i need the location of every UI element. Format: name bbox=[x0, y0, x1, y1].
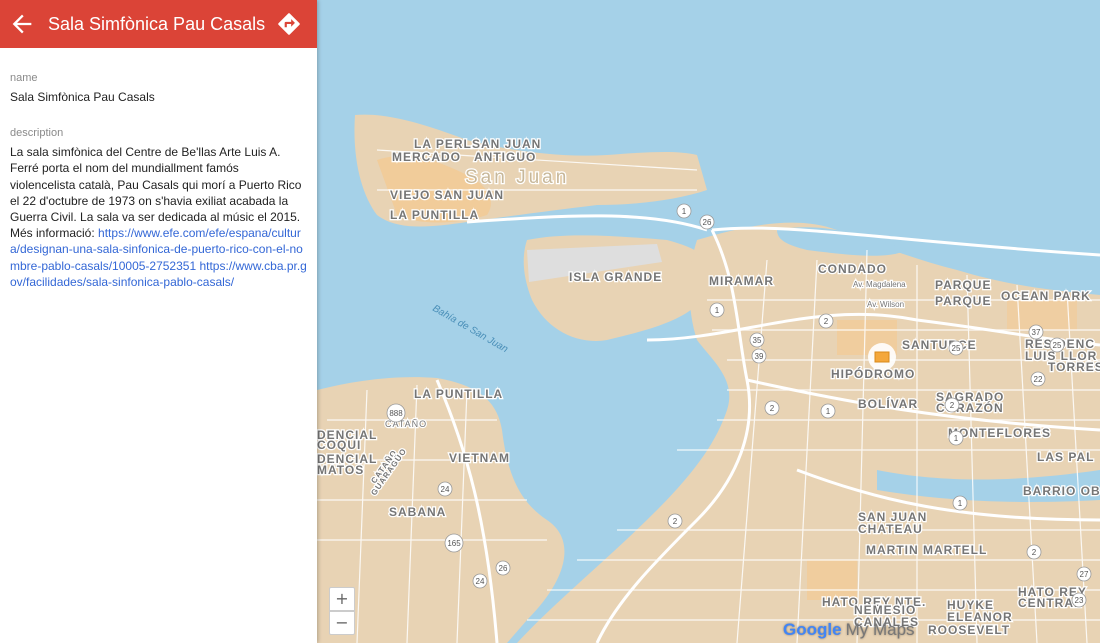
route-shield: 1 bbox=[676, 203, 692, 219]
description-text: La sala simfònica del Centre de Be'llas … bbox=[10, 145, 302, 225]
directions-icon[interactable] bbox=[276, 11, 302, 37]
route-shield: 2 bbox=[944, 397, 960, 413]
place-label: CONDADO bbox=[818, 262, 887, 276]
route-shield: 165 bbox=[444, 533, 464, 553]
name-field: name Sala Simfònica Pau Casals bbox=[0, 72, 317, 105]
place-label: PARQUE bbox=[935, 294, 991, 308]
route-shield: 35 bbox=[749, 332, 765, 348]
place-label: MERCADO bbox=[392, 150, 461, 164]
svg-text:24: 24 bbox=[476, 577, 485, 586]
svg-text:22: 22 bbox=[1034, 375, 1043, 384]
place-label: ROOSEVELT bbox=[928, 623, 1010, 637]
place-label: MATOS bbox=[317, 463, 364, 477]
place-label: ISLA GRANDE bbox=[569, 270, 662, 284]
google-my-maps-logo: Google My Maps bbox=[783, 620, 915, 640]
svg-text:1: 1 bbox=[682, 207, 687, 216]
svg-text:27: 27 bbox=[1080, 570, 1089, 579]
svg-text:25: 25 bbox=[1053, 341, 1062, 350]
place-label: SANTURCE bbox=[902, 338, 977, 352]
place-label: BARRIO OB bbox=[1023, 484, 1100, 498]
route-shield: 27 bbox=[1076, 566, 1092, 582]
place-label: LA PUNTILLA bbox=[390, 208, 479, 222]
svg-text:888: 888 bbox=[389, 409, 403, 418]
route-shield: 2 bbox=[667, 513, 683, 529]
place-label: SABANA bbox=[389, 505, 446, 519]
description-field: description La sala simfònica del Centre… bbox=[0, 127, 317, 290]
route-shield: 26 bbox=[699, 214, 715, 230]
place-label: Av. Wilson bbox=[867, 300, 904, 309]
place-label: LA PUNTILLA bbox=[414, 387, 503, 401]
route-shield: 2 bbox=[1026, 544, 1042, 560]
place-label: BOLÍVAR bbox=[858, 396, 918, 411]
route-shield: 23 bbox=[1071, 592, 1087, 608]
route-shield: 24 bbox=[472, 573, 488, 589]
route-shield: 2 bbox=[818, 313, 834, 329]
svg-text:1: 1 bbox=[715, 306, 720, 315]
place-label: COQUI bbox=[317, 438, 361, 452]
place-label: MONTEFLORES bbox=[948, 426, 1051, 440]
place-label: San Juan bbox=[465, 167, 569, 188]
svg-text:24: 24 bbox=[441, 485, 450, 494]
svg-text:35: 35 bbox=[753, 336, 762, 345]
svg-text:26: 26 bbox=[499, 564, 508, 573]
page-title: Sala Simfònica Pau Casals bbox=[48, 14, 266, 34]
arrow-left-icon[interactable] bbox=[8, 10, 36, 38]
svg-text:2: 2 bbox=[1032, 548, 1037, 557]
route-shield: 1 bbox=[952, 495, 968, 511]
place-label: SAN JUAN bbox=[472, 137, 541, 151]
place-label: ANTIGUO bbox=[474, 150, 536, 164]
route-shield: 26 bbox=[495, 560, 511, 576]
route-shield: 39 bbox=[751, 348, 767, 364]
place-label: Av. Magdalena bbox=[853, 280, 906, 289]
place-label: ELEANOR bbox=[947, 610, 1013, 624]
route-shield: 25 bbox=[1049, 337, 1065, 353]
place-label: TORRES bbox=[1048, 360, 1100, 374]
svg-text:23: 23 bbox=[1075, 596, 1084, 605]
place-label: VIEJO SAN JUAN bbox=[390, 188, 504, 202]
svg-text:165: 165 bbox=[447, 539, 461, 548]
route-shield: 25 bbox=[948, 340, 964, 356]
route-shield: 37 bbox=[1028, 324, 1044, 340]
map-view[interactable]: LA PERLA SAN JUAN MERCADO ANTIGUO San Juan VI… bbox=[317, 0, 1100, 643]
svg-text:39: 39 bbox=[755, 352, 764, 361]
route-shield: 1 bbox=[948, 430, 964, 446]
header-bar: Sala Simfònica Pau Casals bbox=[0, 0, 317, 48]
name-value: Sala Simfònica Pau Casals bbox=[10, 90, 155, 104]
svg-text:2: 2 bbox=[824, 317, 829, 326]
description-value: La sala simfònica del Centre de Be'llas … bbox=[10, 144, 307, 290]
svg-text:37: 37 bbox=[1032, 328, 1041, 337]
svg-text:1: 1 bbox=[826, 407, 831, 416]
place-label: PARQUE bbox=[935, 278, 991, 292]
route-shield: 888 bbox=[386, 403, 406, 423]
route-shield: 1 bbox=[820, 403, 836, 419]
sidebar-panel: Sala Simfònica Pau Casals name Sala Simf… bbox=[0, 0, 317, 643]
svg-text:1: 1 bbox=[958, 499, 963, 508]
my-maps-brand: My Maps bbox=[845, 620, 915, 639]
route-shield: 1 bbox=[709, 302, 725, 318]
route-shield: 2 bbox=[764, 400, 780, 416]
place-label: OCEAN PARK bbox=[1001, 289, 1091, 303]
svg-text:25: 25 bbox=[952, 344, 961, 353]
description-label: description bbox=[10, 127, 64, 140]
place-label: LAS PAL bbox=[1037, 450, 1094, 464]
svg-text:2: 2 bbox=[673, 517, 678, 526]
google-brand: Google bbox=[783, 620, 842, 639]
svg-text:26: 26 bbox=[703, 218, 712, 227]
svg-text:2: 2 bbox=[770, 404, 775, 413]
svg-text:1: 1 bbox=[954, 434, 959, 443]
place-label: CHATEAU bbox=[858, 522, 923, 536]
zoom-in-button[interactable]: + bbox=[329, 587, 355, 611]
place-label: HIPÓDROMO bbox=[831, 366, 915, 381]
place-label: VIETNAM bbox=[449, 451, 510, 465]
route-shield: 22 bbox=[1030, 371, 1046, 387]
place-label: MARTIN MARTELL bbox=[866, 543, 987, 557]
route-shield: 24 bbox=[437, 481, 453, 497]
svg-text:2: 2 bbox=[950, 401, 955, 410]
name-label: name bbox=[10, 72, 38, 84]
place-label: MIRAMAR bbox=[709, 274, 774, 288]
zoom-out-button[interactable]: − bbox=[329, 611, 355, 635]
more-info-prefix: Més informació: bbox=[10, 226, 95, 241]
bay-label: Bahía de San Juan bbox=[431, 303, 511, 355]
map-labels-layer: LA PERLASAN JUANMERCADO ANTIGUOSan JuanVI… bbox=[317, 136, 1100, 639]
